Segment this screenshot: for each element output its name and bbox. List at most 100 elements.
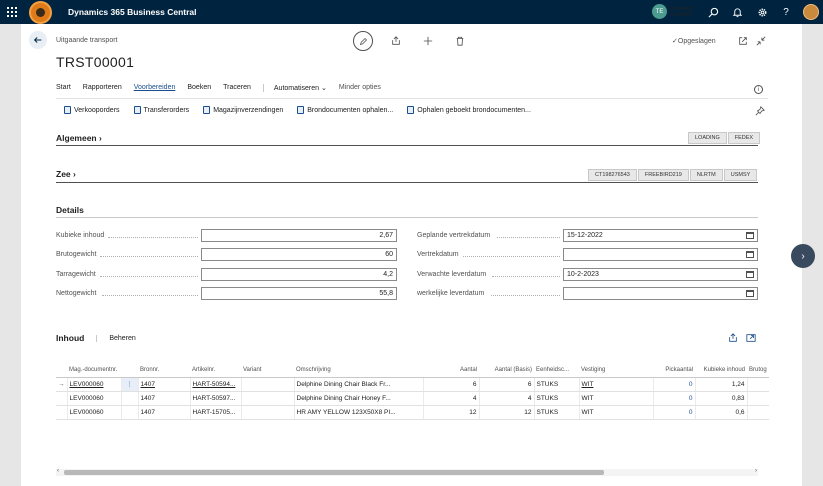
gear-icon[interactable] (755, 5, 769, 19)
search-icon[interactable] (706, 5, 720, 19)
col-doc[interactable]: Mag.-documentnr. (67, 355, 121, 378)
sales-orders-action[interactable]: Verkooporders (64, 106, 120, 114)
action-tabs: Start Rapporteren Voorbereiden Boeken Tr… (56, 84, 393, 92)
edit-button[interactable] (353, 31, 373, 51)
share-icon[interactable] (728, 333, 738, 343)
section-general-header[interactable]: Algemeen › (56, 133, 102, 143)
pill-container: CT198276543 (588, 169, 637, 181)
tab-start[interactable]: Start (56, 84, 71, 92)
get-posted-source-documents-action[interactable]: Ophalen geboekt brondocumenten... (407, 106, 531, 114)
row-menu-icon[interactable]: ⋮ (120, 377, 138, 392)
warehouse-shipments-action[interactable]: Magazijnverzendingen (203, 106, 283, 114)
calendar-icon[interactable] (746, 271, 754, 278)
lines-table: Mag.-documentnr. Bronnr. Artikelnr. Vari… (56, 355, 769, 420)
net-weight-label: Nettogewicht (56, 290, 97, 297)
document-icon (297, 106, 305, 114)
app-launcher-icon[interactable] (0, 0, 24, 24)
expected-delivery-field[interactable]: 10-2-2023 (563, 268, 758, 281)
tab-post[interactable]: Boeken (187, 84, 211, 92)
document-icon (203, 106, 211, 114)
share-icon[interactable] (390, 35, 402, 47)
user-avatar[interactable] (803, 4, 819, 20)
lines-header: Inhoud Beheren (56, 333, 136, 343)
scroll-left-icon[interactable]: ‹ (57, 468, 59, 474)
section-details-header: Details (56, 205, 84, 215)
tare-weight-label: Tarragewicht (56, 271, 96, 278)
col-desc[interactable]: Omschrijving (294, 355, 423, 378)
top-bar: Dynamics 365 Business Central (0, 0, 823, 24)
page-title: TRST00001 (56, 54, 135, 70)
next-page-button[interactable]: › (791, 244, 815, 268)
section-sea-header[interactable]: Zee › (56, 169, 76, 179)
new-icon[interactable] (422, 35, 434, 47)
company-logo (29, 0, 52, 24)
environment-badge[interactable]: TE Omgeving: Trade365 (652, 4, 694, 19)
document-icon (133, 106, 141, 114)
chevron-down-icon: ⌄ (320, 85, 327, 92)
environment-name: Trade365 (670, 11, 692, 18)
planned-departure-field[interactable]: 15-12-2022 (563, 229, 758, 242)
actual-delivery-label: werkelijke leverdatum (417, 290, 485, 297)
table-row[interactable]: → LEV000060 ⋮ 1407 HART-50594... Delphin… (56, 377, 769, 392)
back-button[interactable] (29, 31, 47, 49)
col-gross[interactable]: Brutog (747, 355, 769, 378)
pill-fedex: FEDEX (727, 132, 761, 144)
col-cubage[interactable]: Kubieke inhoud (695, 355, 747, 378)
tab-prepare[interactable]: Voorbereiden (134, 84, 176, 92)
chevron-right-icon: › (99, 133, 102, 143)
tab-automate[interactable]: Automatiseren ⌄ (262, 84, 327, 92)
section-divider (56, 145, 758, 146)
table-header-row: Mag.-documentnr. Bronnr. Artikelnr. Vari… (56, 355, 769, 378)
expand-icon[interactable] (746, 333, 756, 343)
scroll-right-icon[interactable]: › (755, 468, 757, 474)
section-divider (56, 182, 758, 183)
pill-vessel: FREEBIRD219 (637, 169, 689, 181)
col-qty[interactable]: Aantal (423, 355, 479, 378)
col-pick[interactable]: Pickaantal (653, 355, 695, 378)
fewer-options-button[interactable]: Minder opties (339, 84, 381, 92)
calendar-icon[interactable] (746, 232, 754, 239)
departure-date-field[interactable] (563, 248, 758, 261)
saved-status: ✓Opgeslagen (672, 38, 716, 45)
col-uom[interactable]: Eenheidsc... (534, 355, 579, 378)
sea-pills: CT198276543 FREEBIRD219 NLRTM USMSY (587, 169, 758, 181)
document-icon (64, 106, 71, 114)
col-location[interactable]: Vestiging (579, 355, 653, 378)
tab-trace[interactable]: Traceren (223, 84, 251, 92)
departure-date-label: Vertrekdatum (417, 251, 459, 258)
table-row[interactable]: LEV000060 1407 HART-50597... Delphine Di… (56, 391, 769, 406)
chevron-right-icon: › (73, 169, 76, 179)
calendar-icon[interactable] (746, 251, 754, 258)
row-indicator-icon: → (56, 377, 67, 392)
open-new-window-icon[interactable] (737, 35, 749, 47)
environment-label: Omgeving: (670, 5, 695, 12)
gross-weight-field[interactable]: 60 (201, 248, 397, 261)
bell-icon[interactable] (730, 5, 744, 19)
planned-departure-label: Geplande vertrekdatum (417, 232, 491, 239)
col-variant[interactable]: Variant (241, 355, 294, 378)
tare-weight-field[interactable]: 4,2 (201, 268, 397, 281)
pin-icon[interactable] (755, 106, 765, 116)
tab-reports[interactable]: Rapporteren (83, 84, 122, 92)
horizontal-scrollbar[interactable]: ‹ › (56, 468, 758, 476)
edit-document-icon (407, 106, 415, 114)
info-icon[interactable]: i (754, 85, 763, 94)
get-source-documents-action[interactable]: Brondocumenten ophalen... (297, 106, 393, 114)
col-item[interactable]: Artikelnr. (190, 355, 241, 378)
collapse-icon[interactable] (755, 35, 767, 47)
table-row[interactable]: LEV000060 1407 HART-15705... HR AMY YELL… (56, 405, 769, 420)
net-weight-field[interactable]: 55,8 (201, 287, 397, 300)
cubage-field[interactable]: 2,67 (201, 229, 397, 242)
calendar-icon[interactable] (746, 290, 754, 297)
help-icon[interactable]: ? (779, 5, 793, 19)
actual-delivery-field[interactable] (563, 287, 758, 300)
app-name[interactable]: Dynamics 365 Business Central (68, 7, 197, 17)
expected-delivery-label: Verwachte leverdatum (417, 271, 487, 278)
gross-weight-label: Brutogewicht (56, 251, 97, 258)
transfer-orders-action[interactable]: Transferorders (133, 106, 189, 114)
col-qty-base[interactable]: Aantal (Basis) (479, 355, 534, 378)
manage-button[interactable]: Beheren (96, 334, 136, 342)
col-src[interactable]: Bronnr. (138, 355, 190, 378)
delete-icon[interactable] (454, 35, 466, 47)
scrollbar-thumb[interactable] (64, 470, 604, 475)
